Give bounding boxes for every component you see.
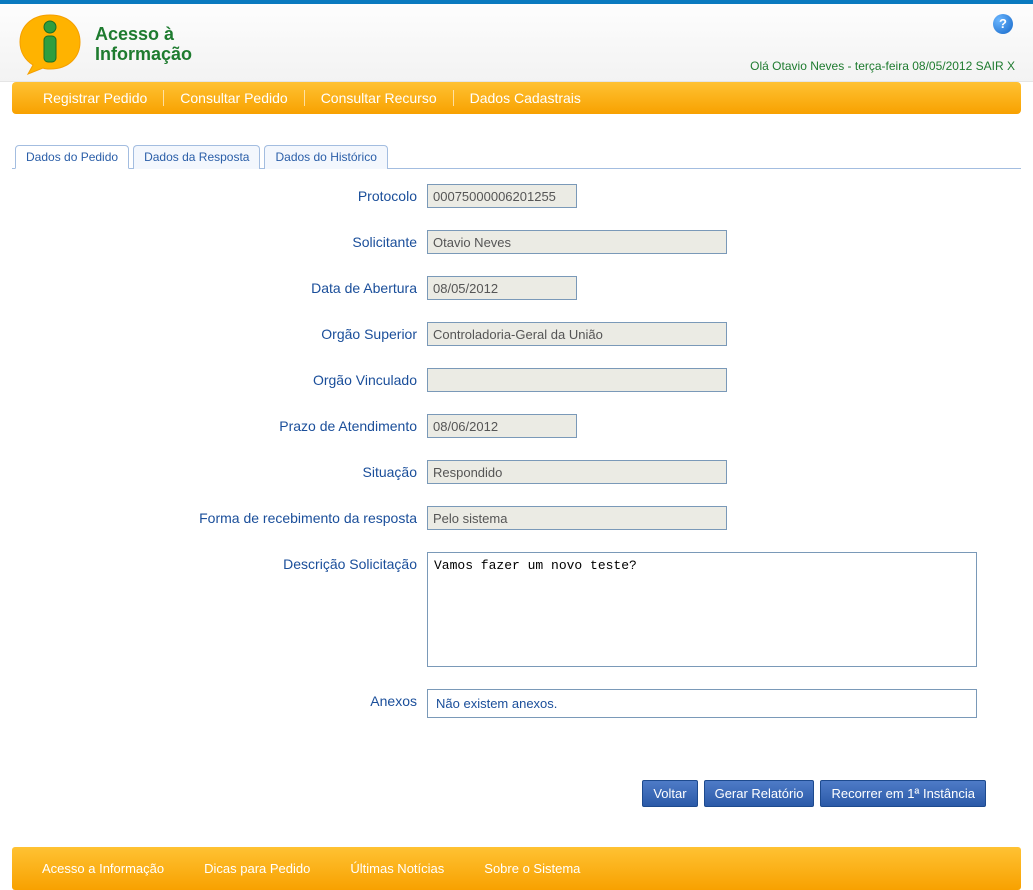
- header: Acesso à Informação ? Olá Otavio Neves -…: [0, 4, 1033, 82]
- field-data-abertura: [427, 276, 577, 300]
- brand-line1: Acesso à: [95, 25, 192, 45]
- brand-line2: Informação: [95, 45, 192, 65]
- recorrer-button[interactable]: Recorrer em 1ª Instância: [820, 780, 986, 807]
- footer-sobre[interactable]: Sobre o Sistema: [484, 861, 580, 876]
- nav-consultar-pedido[interactable]: Consultar Pedido: [164, 90, 303, 106]
- label-orgao-superior: Orgão Superior: [22, 322, 427, 342]
- label-orgao-vinculado: Orgão Vinculado: [22, 368, 427, 388]
- form-area: Protocolo Solicitante Data de Abertura O…: [12, 169, 1021, 750]
- field-forma: [427, 506, 727, 530]
- main-nav: Registrar Pedido Consultar Pedido Consul…: [12, 82, 1021, 114]
- brand-text: Acesso à Informação: [95, 25, 192, 65]
- nav-registrar-pedido[interactable]: Registrar Pedido: [27, 90, 163, 106]
- footer-nav: Acesso a Informação Dicas para Pedido Úl…: [12, 847, 1021, 890]
- footer-dicas[interactable]: Dicas para Pedido: [204, 861, 310, 876]
- field-solicitante: [427, 230, 727, 254]
- tab-dados-historico[interactable]: Dados do Histórico: [264, 145, 387, 169]
- help-icon[interactable]: ?: [993, 14, 1013, 34]
- label-protocolo: Protocolo: [22, 184, 427, 204]
- field-anexos: Não existem anexos.: [427, 689, 977, 718]
- greeting-text: Olá Otavio Neves - terça-feira 08/05/201…: [750, 59, 975, 73]
- label-forma: Forma de recebimento da resposta: [22, 506, 427, 526]
- tab-dados-resposta[interactable]: Dados da Resposta: [133, 145, 260, 169]
- nav-consultar-recurso[interactable]: Consultar Recurso: [305, 90, 453, 106]
- tab-bar: Dados do Pedido Dados da Resposta Dados …: [12, 144, 1021, 169]
- label-descricao: Descrição Solicitação: [22, 552, 427, 572]
- voltar-button[interactable]: Voltar: [642, 780, 697, 807]
- field-descricao: Vamos fazer um novo teste?: [427, 552, 977, 667]
- nav-dados-cadastrais[interactable]: Dados Cadastrais: [454, 90, 597, 106]
- label-prazo: Prazo de Atendimento: [22, 414, 427, 434]
- field-prazo: [427, 414, 577, 438]
- user-greeting: Olá Otavio Neves - terça-feira 08/05/201…: [750, 59, 1015, 73]
- footer-noticias[interactable]: Últimas Notícias: [350, 861, 444, 876]
- label-solicitante: Solicitante: [22, 230, 427, 250]
- tab-dados-pedido[interactable]: Dados do Pedido: [15, 145, 129, 169]
- gerar-relatorio-button[interactable]: Gerar Relatório: [704, 780, 815, 807]
- label-situacao: Situação: [22, 460, 427, 480]
- label-anexos: Anexos: [22, 689, 427, 709]
- field-situacao: [427, 460, 727, 484]
- field-protocolo: [427, 184, 577, 208]
- footer-acesso[interactable]: Acesso a Informação: [42, 861, 164, 876]
- action-buttons: Voltar Gerar Relatório Recorrer em 1ª In…: [12, 750, 1021, 817]
- field-orgao-vinculado: [427, 368, 727, 392]
- logout-x[interactable]: X: [1007, 59, 1015, 73]
- field-orgao-superior: [427, 322, 727, 346]
- content-area: Dados do Pedido Dados da Resposta Dados …: [0, 114, 1033, 837]
- logout-link[interactable]: SAIR: [976, 59, 1004, 73]
- info-balloon-icon: [15, 12, 85, 77]
- label-data-abertura: Data de Abertura: [22, 276, 427, 296]
- logo: Acesso à Informação: [15, 12, 192, 77]
